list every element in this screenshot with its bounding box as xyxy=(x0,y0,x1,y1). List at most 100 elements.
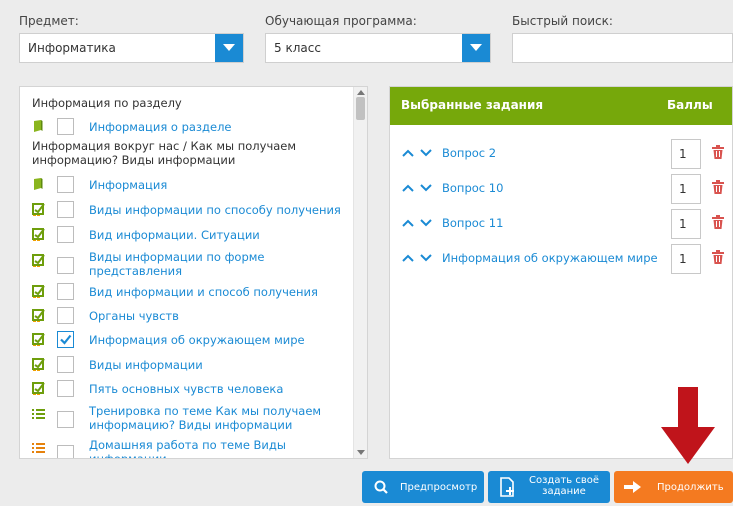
task-link-line2: информацию? Виды информации xyxy=(89,418,293,432)
chevron-down-icon[interactable] xyxy=(420,253,432,263)
score-input[interactable] xyxy=(671,174,701,204)
red-arrow-down-icon xyxy=(661,387,715,464)
task-link-line2: информации xyxy=(89,452,167,459)
search-input[interactable] xyxy=(512,33,733,63)
chevron-down-icon xyxy=(470,44,482,51)
create-task-button[interactable]: Создать своё задание xyxy=(488,471,610,503)
trash-icon[interactable] xyxy=(712,250,724,264)
list-green-icon xyxy=(32,408,45,421)
program-dropdown-button[interactable] xyxy=(462,34,490,62)
task-checkbox[interactable] xyxy=(57,257,74,274)
book-icon xyxy=(32,178,45,191)
task-checkbox[interactable] xyxy=(57,445,74,458)
chevron-down-icon[interactable] xyxy=(420,148,432,158)
task-checkbox[interactable] xyxy=(57,201,74,218)
trash-icon[interactable] xyxy=(712,180,724,194)
program-select[interactable]: 5 класс xyxy=(265,33,491,63)
chevron-up-icon[interactable] xyxy=(402,183,414,193)
book-icon xyxy=(32,120,45,133)
scrollbar[interactable] xyxy=(353,87,367,458)
subject-value: Информатика xyxy=(28,41,116,55)
selected-task-name[interactable]: Вопрос 10 xyxy=(442,181,503,195)
task-link[interactable]: Виды информации по способу получения xyxy=(89,203,341,217)
arrow-right-icon xyxy=(624,481,641,493)
task-link[interactable]: Информация о разделе xyxy=(89,120,232,134)
list-item: Вид информации. Ситуации xyxy=(20,226,353,244)
program-value: 5 класс xyxy=(274,41,321,55)
selected-task-name[interactable]: Вопрос 11 xyxy=(442,216,503,230)
list-item: Виды информации xyxy=(20,356,353,374)
task-checkbox[interactable] xyxy=(57,380,74,397)
section-title: Информация вокруг нас / Как мы получаем … xyxy=(32,139,296,167)
program-label: Обучающая программа: xyxy=(265,14,417,28)
chevron-down-icon[interactable] xyxy=(420,183,432,193)
score-input[interactable] xyxy=(671,139,701,169)
list-orange-icon xyxy=(32,442,45,455)
task-link-line1: Органы чувств xyxy=(89,309,179,323)
continue-label: Продолжить xyxy=(657,482,724,493)
trash-icon[interactable] xyxy=(712,145,724,159)
task-link[interactable]: Тренировка по теме Как мы получаем информ… xyxy=(89,404,321,432)
task-link-line1: Информация xyxy=(89,178,168,192)
list-item: Информация xyxy=(20,176,353,194)
score-input[interactable] xyxy=(671,209,701,239)
new-document-icon xyxy=(500,477,514,497)
chevron-up-icon[interactable] xyxy=(402,253,414,263)
task-checkbox[interactable] xyxy=(57,226,74,243)
task-checkbox[interactable] xyxy=(57,283,74,300)
chevron-up-icon[interactable] xyxy=(402,148,414,158)
task-checkbox[interactable] xyxy=(57,331,74,348)
continue-button[interactable]: Продолжить xyxy=(614,471,733,503)
task-edit-icon xyxy=(32,285,45,298)
selected-task-row: Вопрос 2 xyxy=(390,139,732,171)
checkmark-icon xyxy=(60,334,72,345)
task-tree-panel: Информация по разделу Информация о разде… xyxy=(19,86,368,459)
task-edit-icon xyxy=(32,254,45,267)
task-link[interactable]: Органы чувств xyxy=(89,309,179,323)
search-icon xyxy=(374,480,388,494)
task-edit-icon xyxy=(32,309,45,322)
create-task-label: Создать своё задание xyxy=(528,475,600,497)
task-checkbox[interactable] xyxy=(57,411,74,428)
trash-icon[interactable] xyxy=(712,215,724,229)
task-link[interactable]: Пять основных чувств человека xyxy=(89,382,283,396)
task-checkbox[interactable] xyxy=(57,176,74,193)
list-item: Домашняя работа по теме Виды информации xyxy=(20,438,353,459)
list-item: Информация о разделе xyxy=(20,118,353,136)
list-item: Вид информации и способ получения xyxy=(20,283,353,301)
task-link[interactable]: Вид информации. Ситуации xyxy=(89,228,260,242)
task-link[interactable]: Домашняя работа по теме Виды информации xyxy=(89,438,286,459)
scrollbar-thumb[interactable] xyxy=(356,97,365,120)
chevron-down-icon[interactable] xyxy=(420,218,432,228)
task-link[interactable]: Информация xyxy=(89,178,167,192)
task-link-line1: Пять основных чувств человека xyxy=(89,382,284,396)
task-link-line1: Домашняя работа по теме Виды xyxy=(89,438,286,452)
chevron-up-icon[interactable] xyxy=(402,218,414,228)
create-task-label-line2: задание xyxy=(542,486,586,497)
task-link[interactable]: Вид информации и способ получения xyxy=(89,285,318,299)
preview-button[interactable]: Предпросмотр xyxy=(362,471,484,503)
task-checkbox[interactable] xyxy=(57,307,74,324)
task-edit-icon xyxy=(32,228,45,241)
task-link-line1: Информация об окружающем мире xyxy=(89,333,305,347)
scroll-up-icon[interactable] xyxy=(357,90,365,95)
task-link[interactable]: Информация об окружающем мире xyxy=(89,333,305,347)
subject-select[interactable]: Информатика xyxy=(19,33,244,63)
task-link[interactable]: Виды информации xyxy=(89,358,203,372)
task-link[interactable]: Виды информации по форме представления xyxy=(89,250,265,278)
score-header: Баллы xyxy=(667,98,713,112)
task-link-line2: представления xyxy=(89,264,183,278)
chevron-down-icon xyxy=(223,44,235,51)
list-item: Информация об окружающем мире xyxy=(20,331,353,349)
task-checkbox[interactable] xyxy=(57,118,74,135)
scroll-down-icon[interactable] xyxy=(357,450,365,455)
task-checkbox[interactable] xyxy=(57,356,74,373)
subject-label: Предмет: xyxy=(19,14,79,28)
score-input[interactable] xyxy=(671,244,701,274)
task-link-line1: Виды информации по способу получения xyxy=(89,203,341,217)
section-title-line1: Информация вокруг нас / Как мы получаем xyxy=(32,139,297,153)
subject-dropdown-button[interactable] xyxy=(215,34,243,62)
selected-task-name[interactable]: Вопрос 2 xyxy=(442,146,496,160)
selected-task-name[interactable]: Информация об окружающем мире xyxy=(442,251,658,265)
list-item: Пять основных чувств человека xyxy=(20,380,353,398)
